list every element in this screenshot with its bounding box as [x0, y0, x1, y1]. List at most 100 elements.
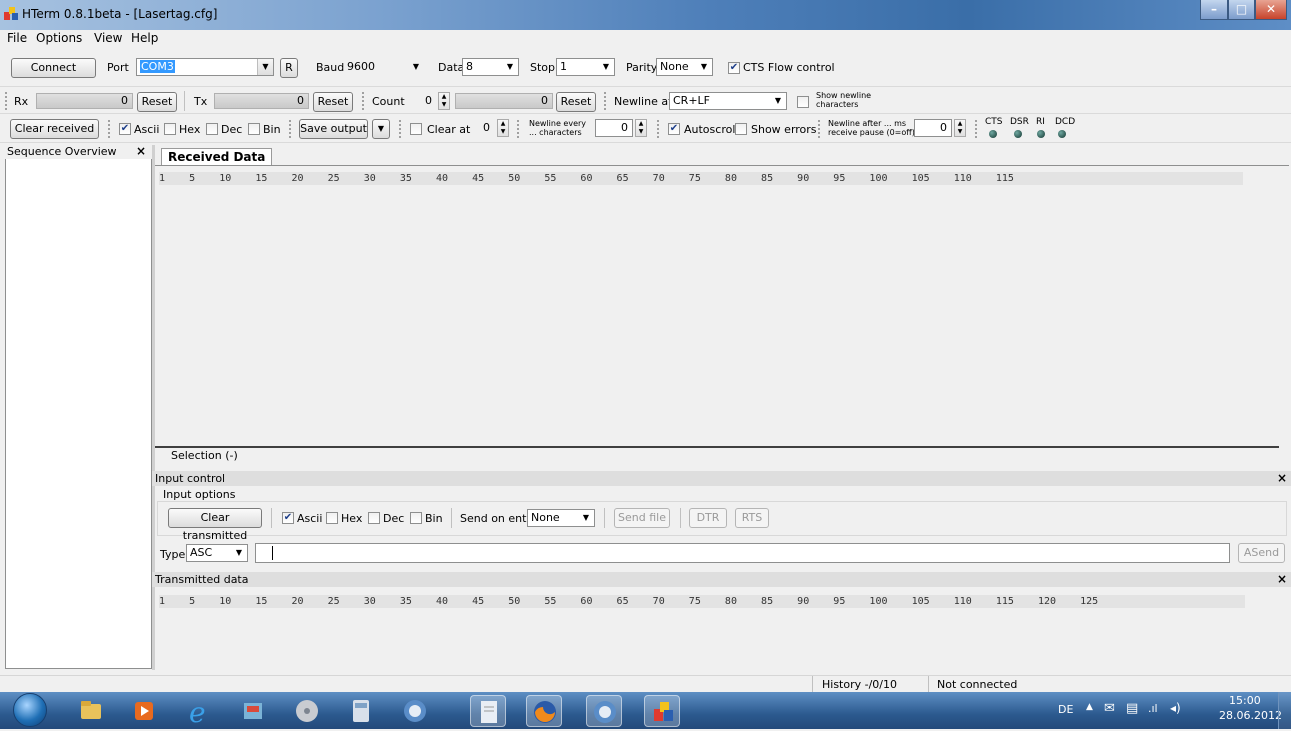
toolbar-grip[interactable] — [399, 120, 402, 138]
save-output-menu-button[interactable]: ▼ — [372, 119, 390, 139]
network-tool-icon[interactable] — [235, 695, 271, 727]
sequence-overview-header: Sequence Overview × — [5, 144, 152, 159]
tray-device-icon[interactable]: ▤ — [1126, 701, 1138, 716]
menu-file[interactable]: File — [7, 31, 27, 45]
tx-reset-button[interactable]: Reset — [313, 92, 353, 112]
port-value: COM3 — [140, 60, 175, 73]
type-select[interactable]: ASC ▼ — [186, 544, 248, 562]
input-dec-checkbox[interactable] — [368, 512, 380, 524]
text-cursor — [272, 546, 273, 560]
toolbar-grip[interactable] — [289, 120, 292, 138]
start-button-icon[interactable] — [13, 693, 47, 727]
tab-received-data[interactable]: Received Data — [161, 148, 273, 165]
toolbar-grip[interactable] — [975, 120, 978, 138]
port-label: Port — [107, 61, 129, 74]
input-hex-checkbox[interactable] — [326, 512, 338, 524]
count-reset-button[interactable]: Reset — [556, 92, 596, 112]
minimize-button[interactable]: – — [1200, 0, 1228, 20]
title-bar[interactable]: HTerm 0.8.1beta - [Lasertag.cfg] – □ ✕ — [0, 0, 1291, 30]
send-file-button[interactable]: Send file — [614, 508, 670, 528]
clear-at-input[interactable]: 0 — [467, 119, 495, 137]
separator — [271, 508, 272, 528]
send-input[interactable] — [255, 543, 1230, 563]
close-icon[interactable]: × — [136, 144, 146, 158]
clear-received-button[interactable]: Clear received — [10, 119, 99, 139]
toolbar-grip[interactable] — [604, 92, 607, 110]
baud-select[interactable]: 9600 ▼ — [343, 58, 425, 76]
show-newline-checkbox[interactable] — [797, 96, 809, 108]
hterm-taskbar-icon[interactable] — [644, 695, 680, 727]
newline-at-select[interactable]: CR+LF ▼ — [669, 92, 787, 110]
chat-icon[interactable] — [397, 695, 433, 727]
clock-date[interactable]: 28.06.2012 — [1219, 709, 1282, 722]
toolbar-grip[interactable] — [108, 120, 111, 138]
clear-at-spinner[interactable]: ▲ ▼ — [497, 119, 509, 137]
internet-explorer-icon[interactable]: e — [181, 695, 217, 729]
parity-select[interactable]: None ▼ — [656, 58, 713, 76]
toolbar-grip[interactable] — [818, 120, 821, 138]
messenger-icon[interactable] — [586, 695, 622, 727]
led-label-cts: CTS — [985, 117, 1003, 127]
parity-label: Parity — [626, 61, 658, 74]
autoscroll-checkbox[interactable]: ✔ — [668, 123, 680, 135]
received-data-area[interactable]: 1 5 10 15 20 25 30 35 40 45 50 55 60 65 … — [155, 165, 1289, 463]
clock-time[interactable]: 15:00 — [1229, 694, 1261, 707]
menu-view[interactable]: View — [94, 31, 122, 45]
disc-icon[interactable] — [289, 695, 325, 727]
count-input[interactable]: 0 — [407, 92, 437, 110]
clear-transmitted-button[interactable]: Clear transmitted — [168, 508, 262, 542]
rts-button[interactable]: RTS — [735, 508, 769, 528]
close-icon[interactable]: × — [1277, 572, 1287, 587]
close-icon[interactable]: × — [1277, 471, 1287, 486]
calculator-icon[interactable] — [343, 695, 379, 727]
firefox-icon[interactable] — [526, 695, 562, 727]
show-desktop-button[interactable] — [1278, 692, 1291, 729]
show-errors-checkbox[interactable] — [735, 123, 747, 135]
toolbar-grip[interactable] — [657, 120, 660, 138]
save-output-button[interactable]: Save output — [299, 119, 368, 139]
menu-help[interactable]: Help — [131, 31, 158, 45]
close-button[interactable]: ✕ — [1255, 0, 1287, 20]
hex-checkbox[interactable] — [164, 123, 176, 135]
menu-options[interactable]: Options — [36, 31, 82, 45]
dec-checkbox[interactable] — [206, 123, 218, 135]
language-indicator[interactable]: DE — [1058, 703, 1073, 716]
clear-at-checkbox[interactable] — [410, 123, 422, 135]
rx-value: 0 — [121, 94, 128, 107]
stop-bits-select[interactable]: 1 ▼ — [556, 58, 615, 76]
count-bar: 0 — [455, 93, 553, 109]
data-bits-select[interactable]: 8 ▼ — [462, 58, 519, 76]
volume-icon[interactable]: ◂) — [1170, 701, 1181, 715]
newline-after-spinner[interactable]: ▲ ▼ — [954, 119, 966, 137]
network-icon[interactable]: .ıl — [1148, 702, 1158, 715]
newline-after-input[interactable]: 0 — [914, 119, 952, 137]
maximize-button[interactable]: □ — [1228, 0, 1255, 20]
toolbar-grip[interactable] — [5, 92, 8, 110]
tray-expand-icon[interactable]: ▲ — [1086, 702, 1093, 712]
sequence-overview-panel[interactable] — [5, 145, 152, 669]
data-label: Data — [438, 61, 465, 74]
media-player-icon[interactable] — [127, 695, 163, 727]
toolbar-grip[interactable] — [362, 92, 365, 110]
asend-button[interactable]: ASend — [1238, 543, 1285, 563]
tray-app-icon[interactable]: ✉ — [1104, 701, 1115, 716]
newline-every-spinner[interactable]: ▲ ▼ — [635, 119, 647, 137]
connect-button[interactable]: Connect — [11, 58, 96, 78]
input-bin-checkbox[interactable] — [410, 512, 422, 524]
input-ascii-checkbox[interactable]: ✔ — [282, 512, 294, 524]
send-on-enter-select[interactable]: None ▼ — [527, 509, 595, 527]
cts-flow-checkbox[interactable]: ✔ — [728, 62, 740, 74]
rx-reset-button[interactable]: Reset — [137, 92, 177, 112]
transmitted-data-area[interactable]: 1 5 10 15 20 25 30 35 40 45 50 55 60 65 … — [155, 588, 1289, 670]
stop-bits-value: 1 — [560, 60, 567, 73]
port-select[interactable]: COM3 ▼ — [136, 58, 274, 76]
refresh-ports-button[interactable]: R — [280, 58, 298, 78]
toolbar-grip[interactable] — [517, 120, 520, 138]
dtr-button[interactable]: DTR — [689, 508, 727, 528]
count-spinner[interactable]: ▲ ▼ — [438, 92, 450, 110]
newline-every-input[interactable]: 0 — [595, 119, 633, 137]
bin-checkbox[interactable] — [248, 123, 260, 135]
text-editor-icon[interactable] — [470, 695, 506, 727]
explorer-icon[interactable] — [73, 695, 109, 727]
ascii-checkbox[interactable]: ✔ — [119, 123, 131, 135]
